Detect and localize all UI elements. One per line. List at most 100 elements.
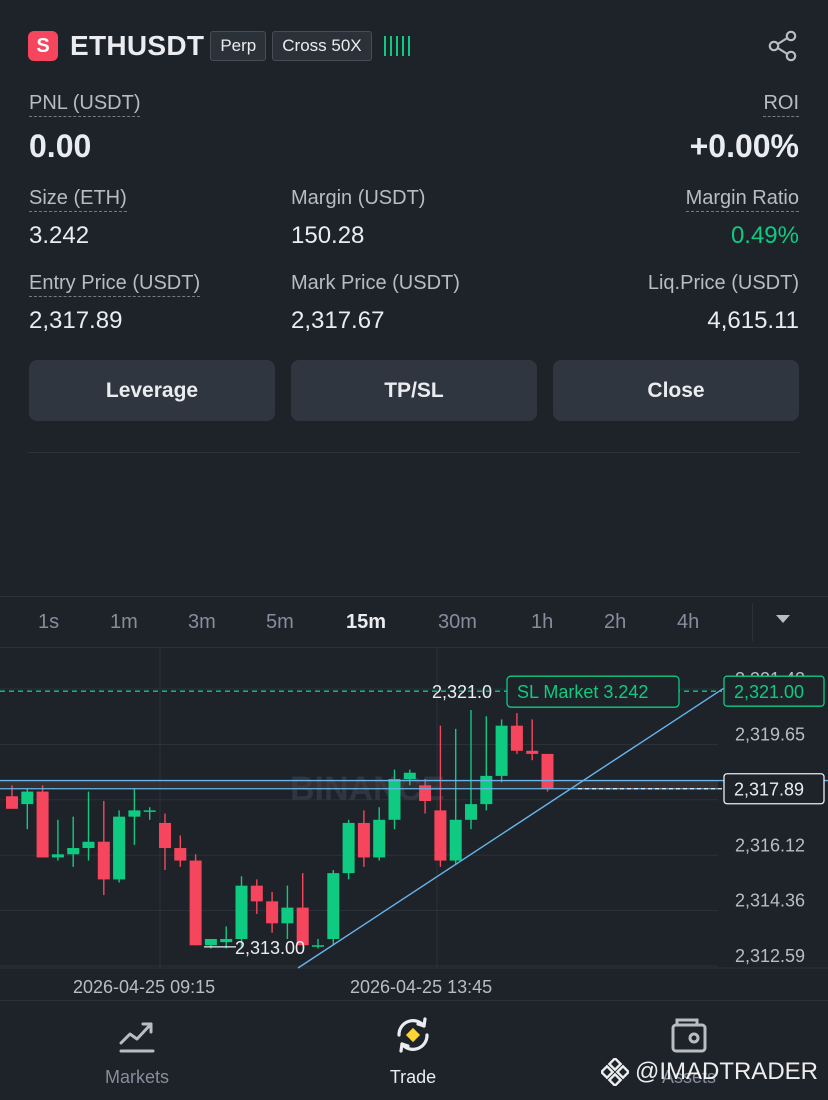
- leverage-button[interactable]: Leverage: [29, 360, 275, 421]
- candle-body: [510, 725, 523, 751]
- liq-price-label: Liq.Price (USDT): [647, 272, 799, 294]
- user-watermark: @IMADTRADER: [600, 1058, 818, 1086]
- price-chart[interactable]: BINANCE 2,321.422,319.652,316.122,314.36…: [0, 648, 828, 1000]
- short-badge: S: [28, 31, 58, 61]
- nav-trade-label: Trade: [389, 1067, 437, 1087]
- section-divider: [28, 452, 800, 453]
- candle-body: [21, 791, 34, 805]
- margin-label: Margin (USDT): [291, 187, 426, 209]
- roi-value: +0.00%: [689, 128, 799, 164]
- candle-body: [312, 945, 324, 947]
- candle-body: [6, 796, 18, 809]
- low-price-label: 2,313.00: [235, 938, 305, 958]
- entry-price-tag-text: 2,317.89: [734, 780, 804, 800]
- candle-body: [51, 854, 64, 858]
- pnl-label[interactable]: PNL (USDT): [29, 92, 141, 117]
- nav-markets[interactable]: Markets: [57, 1015, 217, 1088]
- candle-body: [143, 810, 156, 812]
- tab-timeframe-4h[interactable]: 4h: [677, 611, 699, 634]
- size-value: 3.242: [29, 222, 90, 249]
- tab-timeframe-1m[interactable]: 1m: [110, 611, 138, 634]
- candle-body: [327, 873, 340, 940]
- candle-body: [250, 885, 263, 902]
- candle-body: [235, 885, 248, 940]
- tab-timeframe-1s[interactable]: 1s: [38, 611, 59, 634]
- wallet-icon: [671, 1018, 707, 1053]
- candle-body: [36, 791, 49, 858]
- candle-body: [128, 810, 141, 817]
- symbol-title[interactable]: ETHUSDT: [70, 30, 204, 62]
- mark-price-label: Mark Price (USDT): [291, 272, 460, 294]
- nav-markets-label: Markets: [104, 1067, 169, 1087]
- candle-body: [204, 939, 217, 946]
- candle-body: [526, 750, 539, 754]
- candle-body: [220, 939, 233, 943]
- candle-body: [281, 907, 294, 924]
- chart-labels: 2,321.422,319.652,316.122,314.362,312.59…: [73, 669, 825, 997]
- margin-value: 150.28: [291, 222, 365, 249]
- candle-body: [495, 725, 508, 776]
- x-axis-tick-label: 2026-04-25 13:45: [350, 977, 492, 997]
- candle-body: [541, 753, 554, 789]
- markets-icon: [119, 1022, 155, 1053]
- candle-body: [82, 841, 95, 849]
- chart-grid: [0, 648, 828, 969]
- signal-bars-icon: [383, 35, 410, 57]
- position-zone-band: [0, 780, 718, 789]
- candle-body: [465, 804, 477, 820]
- candle-body: [342, 822, 355, 874]
- candle-body: [449, 819, 462, 861]
- tpsl-button[interactable]: TP/SL: [291, 360, 537, 421]
- position-header: S ETHUSDT Perp Cross 50X: [28, 26, 800, 66]
- candle-body: [419, 785, 432, 801]
- mark-price-value: 2,317.67: [291, 307, 385, 334]
- timeframe-separator: [752, 603, 753, 641]
- entry-price-label[interactable]: Entry Price (USDT): [29, 272, 201, 297]
- share-icon[interactable]: [766, 29, 800, 63]
- candle-body: [373, 819, 386, 858]
- position-zone: [0, 780, 718, 789]
- sl-order-text: SL Market 3.242: [517, 682, 648, 702]
- binance-logo-icon: [600, 1058, 629, 1086]
- timeframe-dropdown-icon[interactable]: [776, 615, 790, 623]
- liq-price-value: 4,615.11: [707, 307, 799, 334]
- nav-trade[interactable]: Trade: [333, 1015, 493, 1088]
- roi-label[interactable]: ROI: [763, 92, 799, 117]
- candle-body: [388, 779, 401, 820]
- y-axis-tick-label: 2,319.65: [735, 725, 805, 745]
- candle-body: [189, 860, 202, 946]
- candle-body: [113, 816, 126, 880]
- candle-body: [159, 822, 171, 849]
- margin-ratio-value: 0.49%: [730, 222, 799, 249]
- size-label[interactable]: Size (ETH): [29, 187, 127, 212]
- close-position-button[interactable]: Close: [553, 360, 799, 421]
- tab-timeframe-3m[interactable]: 3m: [188, 611, 216, 634]
- margin-ratio-label[interactable]: Margin Ratio: [685, 187, 799, 212]
- tab-timeframe-1h[interactable]: 1h: [531, 611, 553, 634]
- pnl-value: 0.00: [29, 128, 92, 164]
- candle-body: [266, 901, 279, 924]
- tab-timeframe-5m[interactable]: 5m: [266, 611, 294, 634]
- sl-price-tag-text: 2,321.00: [734, 682, 804, 702]
- candle-body: [357, 822, 370, 858]
- candle-body: [403, 772, 416, 780]
- x-axis-tick-label: 2026-04-25 09:15: [73, 977, 215, 997]
- candle-body: [174, 848, 187, 861]
- user-handle: @IMADTRADER: [634, 1058, 818, 1085]
- candle-body: [67, 848, 80, 855]
- y-axis-tick-label: 2,316.12: [735, 835, 805, 855]
- tab-timeframe-2h[interactable]: 2h: [604, 611, 626, 634]
- tab-timeframe-15m[interactable]: 15m: [346, 611, 386, 634]
- sl-price-left-label: 2,321.0: [432, 682, 492, 702]
- candle-body: [434, 810, 447, 861]
- margin-mode-tag[interactable]: Cross 50X: [272, 31, 372, 61]
- trade-icon: [397, 1017, 429, 1053]
- y-axis-tick-label: 2,314.36: [735, 890, 805, 910]
- candle-body: [97, 841, 110, 880]
- timeframe-bar: 1s 1m 3m 5m 15m 30m 1h 2h 4h: [0, 596, 828, 648]
- entry-price-value: 2,317.89: [29, 307, 123, 334]
- y-axis-tick-label: 2,312.59: [735, 946, 805, 966]
- contract-type-tag: Perp: [210, 31, 267, 61]
- tab-timeframe-30m[interactable]: 30m: [438, 611, 477, 634]
- candlestick-series: [6, 709, 554, 949]
